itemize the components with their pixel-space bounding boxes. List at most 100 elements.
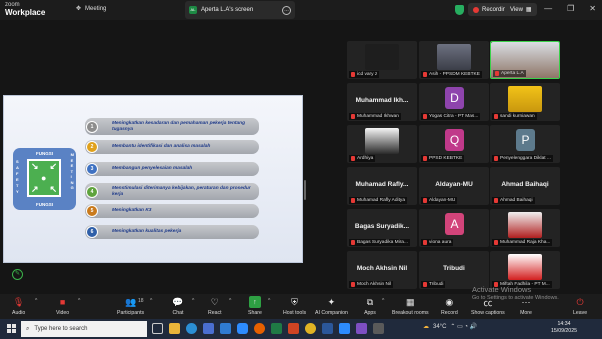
more-options-icon[interactable]: … [282, 5, 291, 15]
chat-button[interactable]: 💬 Chat [172, 296, 184, 317]
participant-tile[interactable]: Muhamad Rafly... Muhamad Rafly Aditya [347, 167, 417, 205]
mic-muted-icon [423, 282, 427, 287]
participant-tile[interactable]: Aviona aura [419, 209, 489, 247]
participant-name: Muhamad Rafly Aditya [357, 198, 405, 203]
participant-name-label: sandi kurniawan [492, 113, 537, 120]
participant-name: sandi kurniawan [500, 114, 535, 119]
excel-icon[interactable] [271, 323, 282, 334]
app-icon[interactable] [356, 323, 367, 334]
meeting-letters: M E E T I N G [71, 152, 74, 191]
screen-share-tab[interactable]: AL Aperta L.A's screen … [185, 1, 295, 19]
apps-button[interactable]: ⧉ Apps [364, 296, 376, 317]
title-bar: zoom Workplace ✥ Meeting AL Aperta L.A's… [0, 0, 602, 20]
zoom-active-icon[interactable] [339, 323, 350, 334]
task-view-icon[interactable] [152, 323, 163, 334]
audio-options-icon[interactable]: ^ [35, 298, 37, 304]
participant-name: Ardhiya [357, 156, 374, 161]
item-number: 6 [86, 226, 98, 238]
clock[interactable]: 14:34 15/09/2025 [551, 321, 577, 335]
participant-tile[interactable]: Tribudi Tribudi [419, 251, 489, 289]
participant-tile[interactable]: Moch Akhsin Nil Moch Akhsin Nil [347, 251, 417, 289]
security-shield-icon[interactable] [455, 5, 464, 15]
participant-name-label: Muhamad Rafly Aditya [349, 197, 407, 204]
participant-tile[interactable]: sandi kurniawan [490, 83, 560, 121]
participant-tile[interactable]: Bagas Suryadik... Bagas Suryadika Mira... [347, 209, 417, 247]
windows-start-icon[interactable] [7, 324, 16, 333]
panel-splitter-handle[interactable] [304, 180, 306, 200]
firefox-icon[interactable] [254, 323, 265, 334]
participant-name-label: Penyelenggara Diklat ... [492, 155, 553, 162]
participant-tile[interactable]: Ardhiya [347, 125, 417, 163]
participant-tile[interactable]: Muhammad Ikh... Muhammad Ikhwan [347, 83, 417, 121]
store-icon[interactable] [203, 323, 214, 334]
react-options-icon[interactable]: ^ [229, 298, 231, 304]
app-icon[interactable] [373, 323, 384, 334]
participant-display-name: Moch Akhsin Nil [356, 265, 408, 272]
edge-icon[interactable] [186, 323, 197, 334]
chrome-icon[interactable] [305, 323, 316, 334]
sparkle-icon: ✦ [327, 296, 336, 307]
apps-options-icon[interactable]: ^ [382, 298, 384, 304]
participant-tile[interactable]: P Penyelenggara Diklat ... [490, 125, 560, 163]
shield-icon: ⛨ [291, 296, 298, 307]
leave-button[interactable]: ⏻ Leave [573, 296, 587, 317]
view-button[interactable]: View ▦ [505, 3, 537, 16]
participant-name-label: Aperta L.A [493, 70, 526, 77]
mic-muted-icon [351, 114, 355, 119]
participant-tile[interactable]: Q PPSD KEBTKE [419, 125, 489, 163]
meeting-icon: ✥ [76, 6, 82, 12]
participant-tile[interactable]: D Yogas Citra - PT Mas... [419, 83, 489, 121]
tray-icons[interactable]: ⌃ ▭ ◔ 🔊 [450, 323, 477, 330]
participant-tile[interactable]: icd vary z [347, 41, 417, 79]
powerpoint-icon[interactable] [288, 323, 299, 334]
file-explorer-icon[interactable] [169, 323, 180, 334]
apps-label: Apps [364, 310, 376, 316]
annotate-icon[interactable]: ✎ [12, 269, 23, 280]
view-label: View [510, 6, 523, 13]
record-button[interactable]: ◉ Record [441, 296, 458, 317]
mic-muted-icon [423, 240, 427, 245]
participant-name-label: Tribudi [421, 281, 446, 288]
ai-companion-button[interactable]: ✦ AI Companion [315, 296, 348, 317]
close-icon[interactable]: ✕ [589, 4, 596, 13]
react-button[interactable]: ♡ React [208, 296, 222, 317]
taskbar-search[interactable]: ⌕ Type here to search [21, 321, 147, 337]
participant-tile[interactable]: Muhammad Raja Kha... [490, 209, 560, 247]
video-options-icon[interactable]: ^ [78, 298, 80, 304]
system-tray: ☁ 34°C ⌃ ▭ ◔ 🔊 [423, 323, 477, 331]
item-number: 4 [86, 185, 98, 198]
view-grid-icon: ▦ [525, 7, 532, 13]
maximize-icon[interactable]: ❐ [567, 4, 574, 13]
participants-options-icon[interactable]: ^ [150, 298, 152, 304]
chat-label: Chat [172, 310, 184, 316]
item-number: 5 [86, 205, 98, 217]
date: 15/09/2025 [551, 328, 577, 334]
share-button[interactable]: ↑ Share [248, 296, 262, 316]
participant-avatar: P [516, 129, 535, 151]
breakout-rooms-button[interactable]: ▦ Breakout rooms [392, 296, 429, 317]
video-button[interactable]: ■ Video [56, 296, 69, 316]
minimize-icon[interactable]: — [544, 4, 552, 13]
zoom-app-icon[interactable] [237, 323, 248, 334]
participant-tile[interactable]: Asih - PPSDM KEBTKE [419, 41, 489, 79]
word-icon[interactable] [322, 323, 333, 334]
chat-options-icon[interactable]: ^ [192, 298, 194, 304]
participant-name: Muhammad Ikhwan [357, 114, 399, 119]
audio-button[interactable]: 🎙 Audio [12, 296, 25, 317]
item-text: Membangun penyelesaian masalah [112, 166, 193, 172]
function-item: 4 Menstimulasi diterimanya kebijakan, per… [85, 183, 259, 200]
participant-tile[interactable]: Aperta L.A [490, 41, 560, 79]
mic-muted-icon [423, 72, 427, 77]
participant-display-name: Muhamad Rafly... [355, 181, 409, 188]
share-options-icon[interactable]: ^ [268, 298, 270, 304]
participant-video-feed [365, 44, 399, 70]
host-tools-button[interactable]: ⛨ Host tools [283, 296, 306, 317]
participant-tile[interactable]: Miftah Fadhila - PT M... [490, 251, 560, 289]
participant-tile[interactable]: Ahmad Baihaqi Ahmad Baihaqi [490, 167, 560, 205]
meeting-tab[interactable]: ✥ Meeting [76, 5, 106, 13]
participant-tile[interactable]: Aldayan-MU Aldayan-MU [419, 167, 489, 205]
weather-icon[interactable]: ☁ [423, 323, 429, 330]
participant-name: Ahmad Baihaqi [500, 198, 533, 203]
pinned-apps [152, 323, 384, 334]
mail-icon[interactable] [220, 323, 231, 334]
